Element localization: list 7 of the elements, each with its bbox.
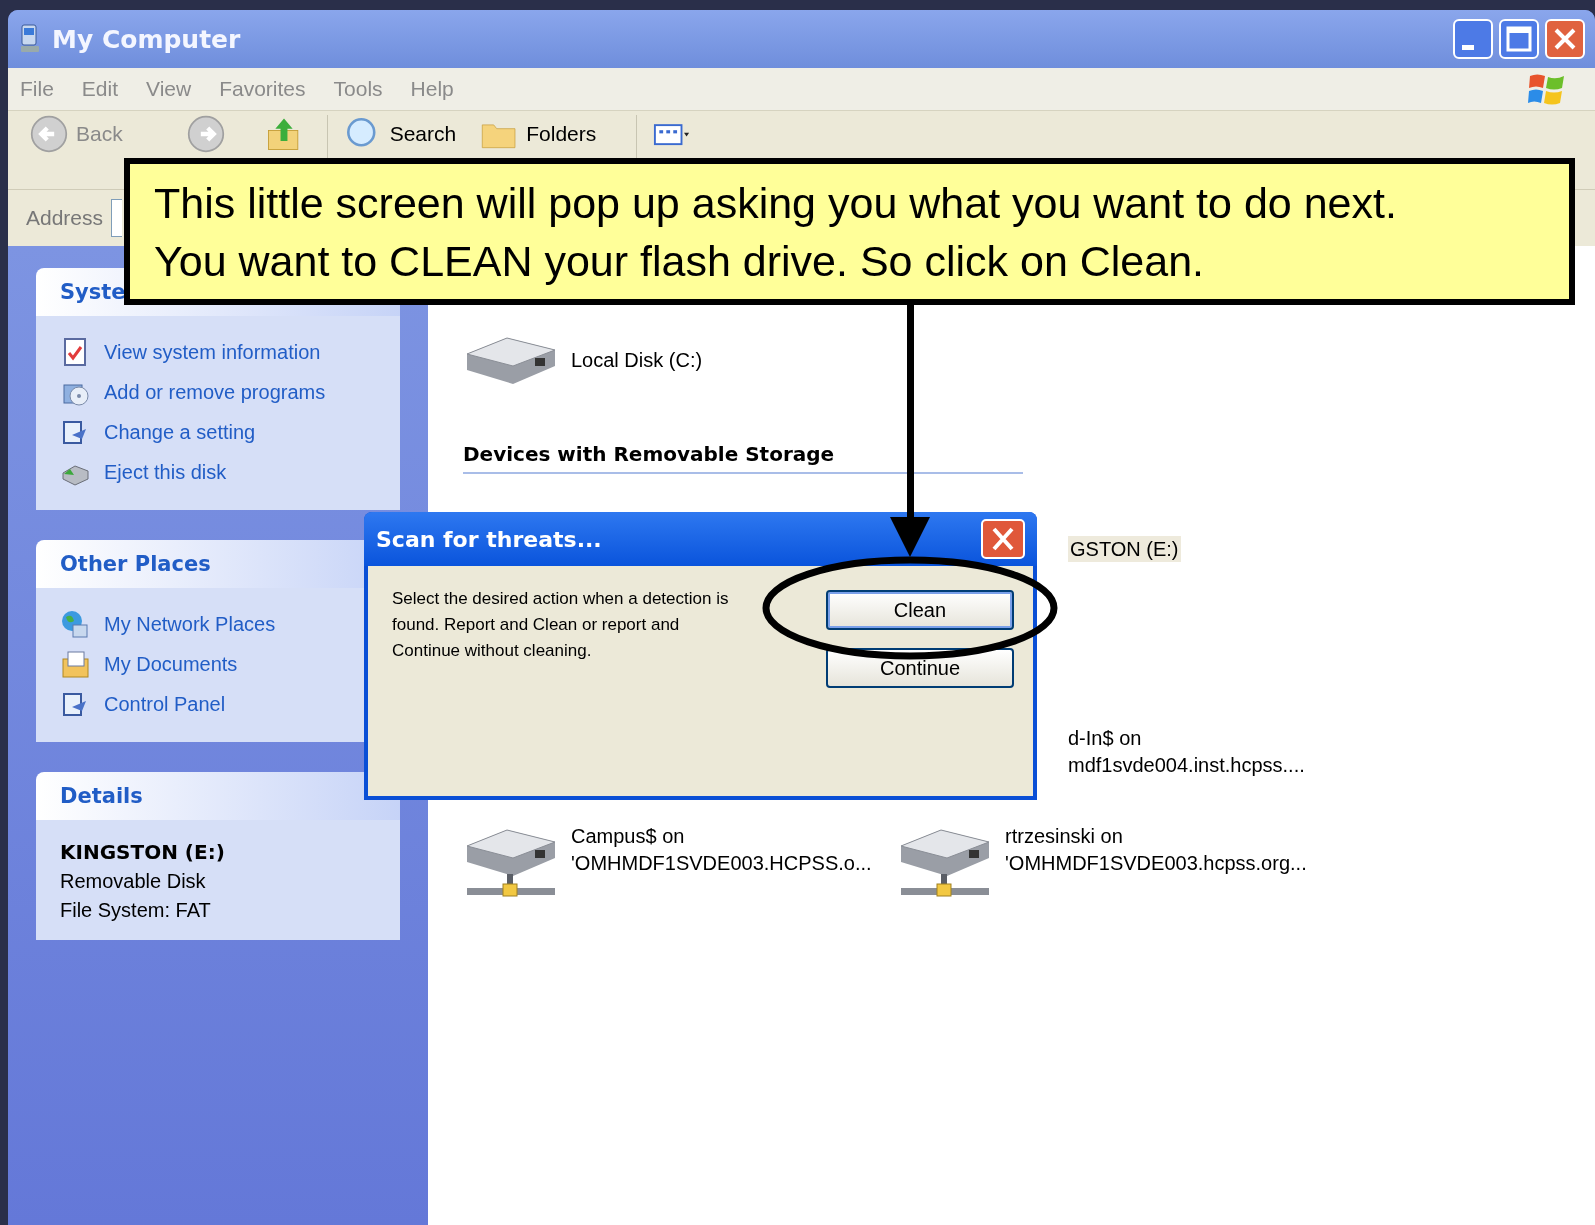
callout-text: This little screen will pop up asking you what you want to do next. You want to CLEAN your flash drive. So click on Clean. (154, 177, 1397, 287)
drive-name: KINGSTON (E:) (60, 840, 226, 864)
window-title: My Computer (52, 24, 241, 54)
address-label: Address (26, 206, 104, 230)
drive-detail: Removable Disk (60, 870, 207, 893)
dialog-message: Select the desired action when a detection is found. Report and Clean or report and Continue without cleaning. (392, 588, 730, 662)
drive-detail: File System: FAT (60, 899, 212, 922)
